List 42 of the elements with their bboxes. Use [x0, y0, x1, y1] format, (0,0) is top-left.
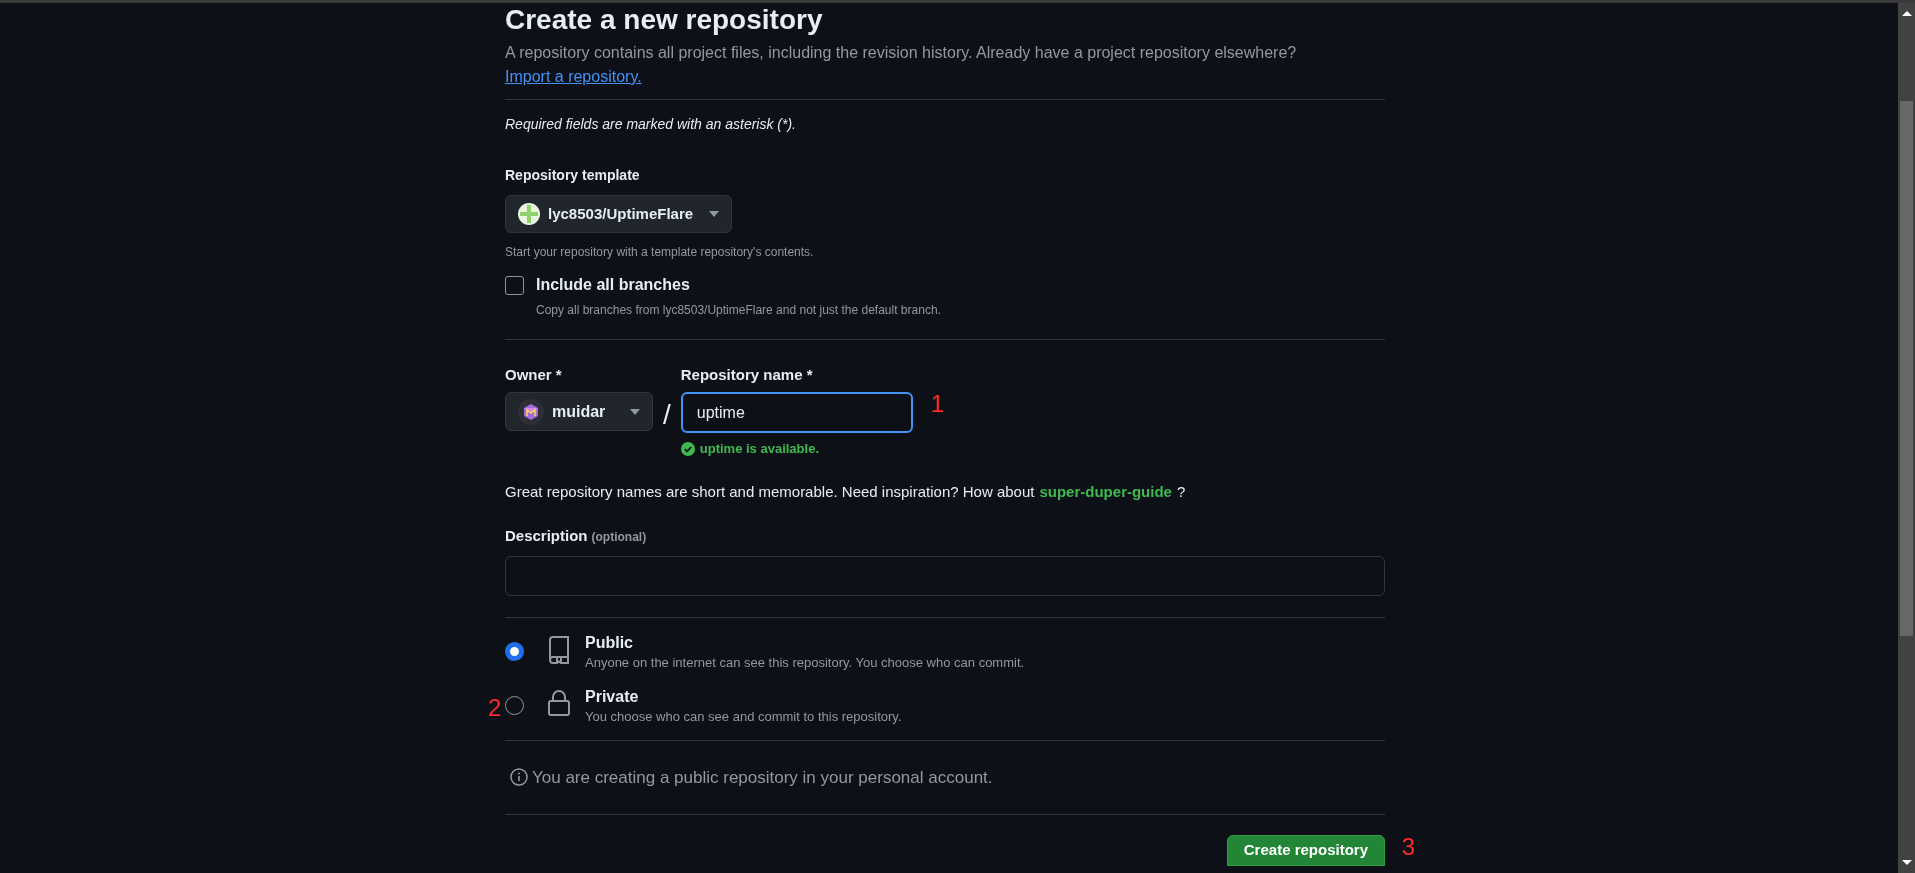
option-description: You choose who can see and commit to this repository. [585, 707, 902, 726]
caret-icon [709, 211, 720, 217]
separator-slash: / [663, 398, 671, 432]
book-icon [548, 635, 570, 664]
field-label: Repository name * [680, 365, 814, 384]
help-text: Copy all branches from lyc8503/UptimeFlare and not just the default branch. [536, 302, 942, 319]
scrollbar[interactable] [1898, 3, 1915, 873]
suggestion-link[interactable]: super-duper-guide [1039, 480, 1172, 503]
checkbox[interactable] [505, 275, 524, 295]
checkbox-label: Include all branches [536, 275, 690, 295]
template-dropdown[interactable]: lyc8503/UptimeFlare [505, 195, 733, 233]
suggestion-text: Great repository names are short and memorable. Need inspiration? How about [505, 481, 1035, 502]
check-circle-icon [680, 441, 695, 456]
info-icon [510, 768, 528, 787]
repository-name-field[interactable]: uptime [680, 392, 913, 433]
suggestion-text: ? [1176, 481, 1186, 502]
availability-message: uptime is available. [699, 440, 819, 458]
caret-icon [630, 408, 640, 415]
avatar-icon [518, 398, 544, 425]
help-text: Start your repository with a template repository's contents. [505, 244, 815, 261]
description-field[interactable] [505, 555, 1385, 596]
optional-hint: (optional) [591, 529, 647, 546]
field-label: Description [505, 526, 588, 546]
option-label: Public [585, 632, 634, 653]
page-title: Create a new repository [505, 3, 824, 37]
annotation-number: 2 [488, 692, 502, 723]
annotation-number: 3 [1401, 832, 1415, 862]
radio-button[interactable] [505, 695, 524, 715]
field-label: Owner * [505, 365, 563, 384]
intro-text: A repository contains all project files, including the revision history. Already have a project repository elsewhere? [505, 43, 1298, 63]
import-link[interactable]: Import a repository. [505, 66, 642, 88]
info-text: You are creating a public repository in your personal account. [532, 766, 993, 789]
avatar-icon [518, 203, 540, 225]
option-description: Anyone on the internet can see this repository. You choose who can commit. [585, 653, 1025, 672]
owner-dropdown[interactable]: muidar [505, 392, 653, 431]
lock-icon [548, 689, 570, 716]
required-note: Required fields are marked with an asterisk (*). [505, 115, 797, 134]
radio-button[interactable] [505, 641, 524, 661]
option-label: Private [585, 686, 640, 707]
field-label: Repository template [505, 166, 641, 185]
create-repository-button[interactable]: Create repository [1226, 835, 1385, 866]
annotation-number: 1 [930, 389, 945, 419]
